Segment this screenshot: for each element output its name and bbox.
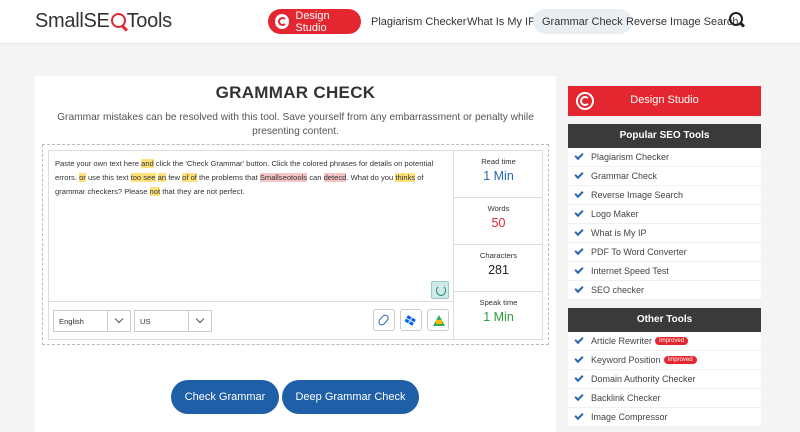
sidebar-design-studio-label: Design Studio	[630, 94, 699, 106]
variant-select-value: US	[140, 317, 151, 326]
page-subtitle: Grammar mistakes can be resolved with th…	[57, 112, 534, 137]
sidebar-item-seo-checker[interactable]: SEO checker	[568, 281, 761, 300]
check-icon	[574, 334, 584, 345]
variant-select[interactable]: US	[134, 310, 212, 332]
dropbox-button[interactable]	[400, 309, 422, 331]
tool-container: Paste your own text here and click the '…	[42, 144, 549, 345]
read-time-stat: Read time 1 Min	[454, 151, 543, 198]
site-header: SmallSE Tools Design Studio Plagiarism Ch…	[0, 0, 800, 44]
nav-plagiarism-checker[interactable]: Plagiarism Checker	[371, 9, 466, 34]
speak-time-value: 1 Min	[483, 310, 514, 324]
check-icon	[574, 283, 584, 294]
language-select[interactable]: English	[53, 310, 131, 332]
words-label: Words	[487, 204, 510, 213]
magnifier-logo-icon	[110, 13, 126, 28]
sidebar-design-studio-banner[interactable]: Design Studio	[568, 86, 761, 116]
check-icon	[574, 226, 584, 237]
check-icon	[574, 169, 584, 180]
logo-small-text: Small	[35, 10, 84, 32]
sidebar-item-reverse-image-search[interactable]: Reverse Image Search	[568, 186, 761, 205]
dropbox-icon	[407, 316, 416, 325]
attach-file-button[interactable]	[373, 309, 395, 331]
editor-box: Paste your own text here and click the '…	[48, 150, 543, 340]
nav-reverse-image-search[interactable]: Reverse Image Search	[626, 9, 739, 34]
grammar-highlight[interactable]: an	[157, 173, 167, 182]
check-icon	[574, 245, 584, 256]
check-icon	[574, 264, 584, 275]
sidebar-item-pdf-to-word[interactable]: PDF To Word Converter	[568, 243, 761, 262]
grammar-highlight[interactable]: of of	[182, 173, 197, 182]
sidebar-item-keyword-position[interactable]: Keyword Position Improved	[568, 351, 761, 370]
improved-badge: Improved	[663, 356, 697, 364]
popular-tools-panel: Popular SEO Tools Plagiarism Checker Gra…	[568, 124, 761, 300]
sidebar-item-plagiarism-checker[interactable]: Plagiarism Checker	[568, 148, 761, 167]
refresh-icon[interactable]	[431, 281, 449, 299]
site-logo[interactable]: SmallSE Tools	[35, 10, 172, 33]
check-icon	[574, 188, 584, 199]
text-stats-panel: Read time 1 Min Words 50 Characters 281 …	[453, 151, 543, 339]
design-studio-icon	[275, 14, 290, 29]
check-icon	[574, 372, 584, 383]
other-tools-heading: Other Tools	[568, 308, 761, 332]
words-stat: Words 50	[454, 198, 543, 245]
grammar-highlight[interactable]: not	[149, 187, 161, 196]
editor-toolbar: English US	[49, 301, 453, 339]
paperclip-icon	[376, 313, 391, 327]
characters-label: Characters	[479, 251, 518, 260]
sidebar-item-image-compressor[interactable]: Image Compressor	[568, 408, 761, 427]
popular-tools-heading: Popular SEO Tools	[568, 124, 761, 148]
grammar-highlight[interactable]: thinks	[395, 173, 416, 182]
sidebar-item-grammar-check[interactable]: Grammar Check	[568, 167, 761, 186]
read-time-label: Read time	[481, 157, 516, 166]
improved-badge: Improved	[655, 337, 689, 345]
check-icon	[574, 353, 584, 364]
chevron-down-icon	[195, 314, 205, 324]
check-icon	[574, 207, 584, 218]
grammar-highlight[interactable]: and	[141, 159, 154, 168]
speak-time-stat: Speak time 1 Min	[454, 292, 543, 339]
grammar-check-card: GRAMMAR CHECK Grammar mistakes can be re…	[35, 76, 556, 432]
nav-what-is-my-ip[interactable]: What Is My IP	[467, 9, 535, 34]
grammar-highlight[interactable]: too see	[130, 173, 156, 182]
check-icon	[574, 150, 584, 161]
logo-seo-text: SE	[83, 10, 110, 32]
nav-grammar-check[interactable]: Grammar Check	[533, 9, 632, 34]
sidebar-item-domain-authority-checker[interactable]: Domain Authority Checker	[568, 370, 761, 389]
spelling-highlight[interactable]: Smallseotools	[259, 173, 308, 182]
sidebar-item-logo-maker[interactable]: Logo Maker	[568, 205, 761, 224]
characters-stat: Characters 281	[454, 245, 543, 292]
other-tools-panel: Other Tools Article Rewriter Improved Key…	[568, 308, 761, 427]
language-select-value: English	[59, 317, 84, 326]
check-icon	[574, 410, 584, 421]
words-value: 50	[491, 216, 506, 230]
logo-tools-text: Tools	[126, 10, 173, 32]
spelling-highlight[interactable]: detecd	[323, 173, 347, 182]
deep-grammar-check-button[interactable]: Deep Grammar Check	[282, 380, 419, 414]
search-icon[interactable]	[729, 12, 745, 30]
sidebar-item-backlink-checker[interactable]: Backlink Checker	[568, 389, 761, 408]
check-icon	[574, 391, 584, 402]
chevron-down-icon	[114, 314, 124, 324]
grammar-highlight[interactable]: or	[79, 173, 86, 182]
read-time-value: 1 Min	[483, 169, 514, 183]
check-grammar-button[interactable]: Check Grammar	[171, 380, 279, 414]
sidebar-item-internet-speed-test[interactable]: Internet Speed Test	[568, 262, 761, 281]
characters-value: 281	[488, 263, 509, 277]
page-title: GRAMMAR CHECK	[215, 83, 376, 102]
text-editor[interactable]: Paste your own text here and click the '…	[49, 151, 453, 301]
design-studio-button[interactable]: Design Studio	[268, 9, 361, 34]
google-drive-icon	[433, 315, 445, 326]
sidebar-item-article-rewriter[interactable]: Article Rewriter Improved	[568, 332, 761, 351]
google-drive-button[interactable]	[427, 309, 449, 331]
design-studio-label: Design Studio	[295, 9, 330, 34]
speak-time-label: Speak time	[479, 298, 518, 307]
sidebar-item-what-is-my-ip[interactable]: What is My IP	[568, 224, 761, 243]
